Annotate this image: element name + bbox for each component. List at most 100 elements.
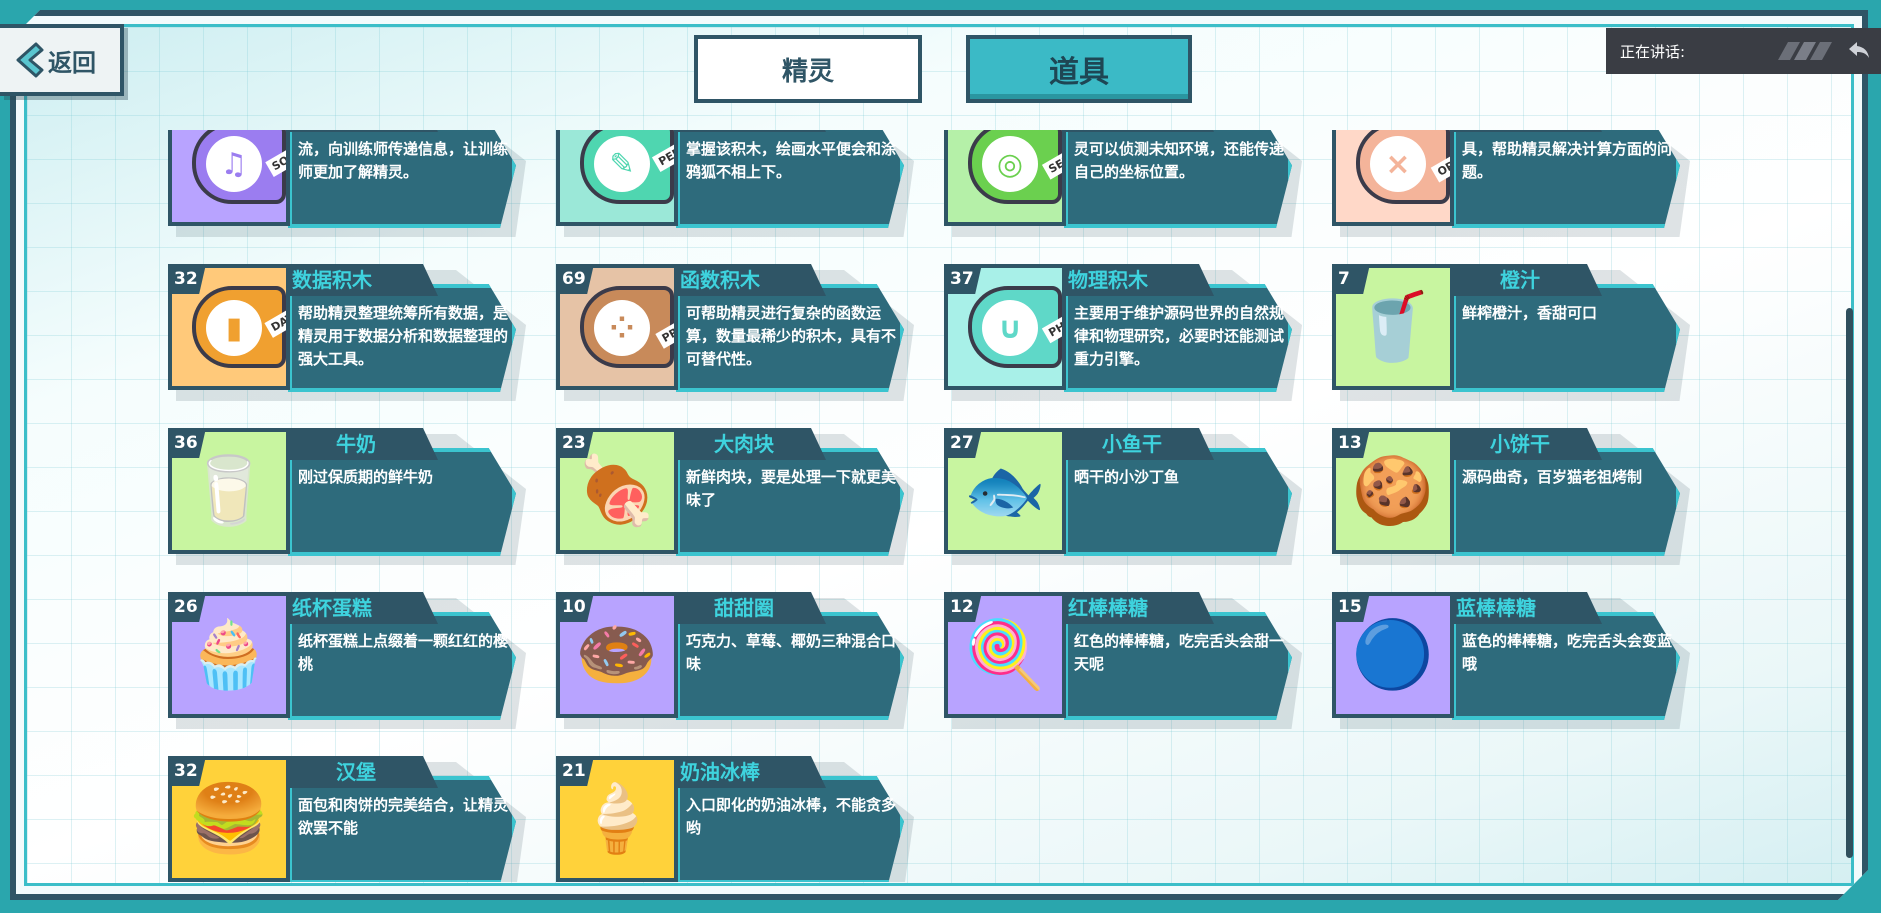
item-card[interactable]: 小鱼干 晒干的小沙丁鱼 🐟 27 (944, 428, 1302, 565)
item-card[interactable]: 灵可以侦测未知环境，还能传递自己的坐标位置。 ◎ SENSING (944, 130, 1302, 237)
item-description: 灵可以侦测未知环境，还能传递自己的坐标位置。 (1074, 140, 1285, 181)
item-name: 奶油冰棒 (680, 760, 760, 784)
item-list-viewport[interactable]: 流，向训练师传递信息，让训练师更加了解精灵。 ♫ SOUND 掌握该积木，绘画水平便会… (168, 130, 1708, 882)
block-label: PEN (651, 140, 674, 173)
item-name: 汉堡 (336, 760, 376, 784)
block-symbol: ♫ (206, 136, 262, 192)
item-card[interactable]: 具，帮助精灵解决计算方面的问题。 × OPERATOR (1332, 130, 1690, 237)
scrollbar-thumb[interactable] (1846, 308, 1853, 858)
item-image: 🔵 (1351, 616, 1435, 693)
block-symbol: ▮ (206, 300, 262, 356)
block-label: SENSING (1041, 133, 1062, 180)
block-symbol: × (1370, 136, 1426, 192)
item-card[interactable]: 橙汁 鲜榨橙汁，香甜可口 🥤 7 (1332, 264, 1690, 401)
card-body (288, 448, 516, 556)
tab-items-label: 道具 (1049, 55, 1109, 90)
pen-block-icon: ✎ PEN (556, 130, 678, 226)
block-label: DATA (264, 303, 286, 338)
tab-sprites[interactable]: 精灵 (694, 35, 922, 103)
block-shape: ◎ SENSING (968, 130, 1062, 204)
chevron-left-icon (14, 42, 44, 78)
item-image: 🍦 (575, 780, 659, 857)
back-button[interactable]: 返回 (0, 24, 124, 96)
item-name: 小饼干 (1490, 432, 1550, 456)
back-label: 返回 (48, 48, 96, 77)
item-description: 掌握该积木，绘画水平便会和涂鸦狐不相上下。 (686, 140, 897, 181)
item-description: 入口即化的奶油冰棒，不能贪多哟 (686, 796, 897, 837)
reply-icon[interactable] (1847, 38, 1871, 62)
item-name (1068, 130, 1196, 131)
block-shape: ∪ PHYSICS (968, 286, 1062, 368)
item-card[interactable]: 奶油冰棒 入口即化的奶油冰棒，不能贪多哟 🍦 21 (556, 756, 914, 882)
tab-sprites-label: 精灵 (781, 56, 834, 87)
item-description: 巧克力、草莓、椰奶三种混合口味 (686, 632, 897, 673)
item-image: 🍭 (963, 616, 1047, 693)
item-name: 牛奶 (336, 432, 376, 456)
item-grid: 流，向训练师传递信息，让训练师更加了解精灵。 ♫ SOUND 掌握该积木，绘画水平便会… (168, 130, 1690, 882)
item-name: 甜甜圈 (714, 596, 774, 620)
speaker-label: 正在讲话: (1620, 42, 1686, 61)
block-label: OPERATOR (1430, 130, 1450, 183)
item-description: 蓝色的棒棒糖，吃完舌头会变蓝哦 (1462, 632, 1673, 673)
item-card[interactable]: 物理积木 主要用于维护源码世界的自然规律和物理研究，必要时还能测试重力引擎。 ∪ PH… (944, 264, 1302, 401)
block-shape: ⁘ PROCEDURE (580, 286, 674, 368)
speaker-wave-icon (1778, 42, 1834, 60)
item-card[interactable]: 数据积木 帮助精灵整理统筹所有数据，是精灵用于数据分析和数据整理的强大工具。 ▮ DA… (168, 264, 526, 401)
item-image: 🧁 (187, 616, 271, 693)
item-description: 源码曲奇，百岁猫老祖烤制 (1462, 468, 1643, 486)
item-image: 🥛 (187, 452, 271, 529)
sound-block-icon: ♫ SOUND (168, 130, 290, 226)
item-name: 大肉块 (714, 432, 774, 456)
block-label: SOUND (265, 136, 286, 177)
item-image: 🍪 (1351, 452, 1435, 529)
block-shape: × OPERATOR (1356, 130, 1450, 204)
item-description: 流，向训练师传递信息，让训练师更加了解精灵。 (298, 140, 509, 181)
item-description: 帮助精灵整理统筹所有数据，是精灵用于数据分析和数据整理的强大工具。 (298, 304, 509, 368)
item-name: 数据积木 (292, 268, 372, 292)
block-label: PHYSICS (1041, 297, 1062, 344)
item-image: 🍖 (575, 452, 659, 529)
item-image: 🍩 (575, 616, 659, 693)
item-description: 具，帮助精灵解决计算方面的问题。 (1462, 140, 1673, 181)
item-name (680, 130, 808, 131)
block-label: PROCEDURE (655, 292, 674, 349)
item-name (1456, 130, 1584, 131)
item-description: 刚过保质期的鲜牛奶 (298, 468, 434, 486)
item-name (292, 130, 420, 131)
item-card[interactable]: 牛奶 刚过保质期的鲜牛奶 🥛 36 (168, 428, 526, 565)
item-description: 可帮助精灵进行复杂的函数运算，数量最稀少的积木，具有不可替代性。 (686, 304, 897, 368)
card-body (1452, 284, 1680, 392)
item-description: 红色的棒棒糖，吃完舌头会甜一天呢 (1074, 632, 1285, 673)
item-card[interactable]: 函数积木 可帮助精灵进行复杂的函数运算，数量最稀少的积木，具有不可替代性。 ⁘ PRO… (556, 264, 914, 401)
item-description: 纸杯蛋糕上点缀着一颗红红的樱桃 (298, 632, 509, 673)
card-body (1452, 448, 1680, 556)
sensing-block-icon: ◎ SENSING (944, 130, 1066, 226)
item-description: 面包和肉饼的完美结合，让精灵欲罢不能 (298, 796, 509, 837)
item-image: 🐟 (963, 452, 1047, 529)
block-symbol: ⁘ (594, 300, 650, 356)
item-image: 🥤 (1351, 288, 1435, 365)
tab-items[interactable]: 道具 (966, 35, 1192, 103)
item-image: 🍔 (187, 780, 271, 857)
item-card[interactable]: 蓝棒棒糖 蓝色的棒棒糖，吃完舌头会变蓝哦 🔵 15 (1332, 592, 1690, 729)
block-symbol: ✎ (594, 136, 650, 192)
item-name: 蓝棒棒糖 (1456, 596, 1536, 620)
item-card[interactable]: 汉堡 面包和肉饼的完美结合，让精灵欲罢不能 🍔 32 (168, 756, 526, 882)
item-description: 新鲜肉块，要是处理一下就更美味了 (686, 468, 897, 509)
item-card[interactable]: 小饼干 源码曲奇，百岁猫老祖烤制 🍪 13 (1332, 428, 1690, 565)
item-card[interactable]: 红棒棒糖 红色的棒棒糖，吃完舌头会甜一天呢 🍭 12 (944, 592, 1302, 729)
block-shape: ♫ SOUND (192, 130, 286, 204)
block-shape: ✎ PEN (580, 130, 674, 204)
item-card[interactable]: 流，向训练师传递信息，让训练师更加了解精灵。 ♫ SOUND (168, 130, 526, 237)
block-symbol: ∪ (982, 300, 1038, 356)
item-description: 主要用于维护源码世界的自然规律和物理研究，必要时还能测试重力引擎。 (1074, 304, 1285, 368)
item-description: 晒干的小沙丁鱼 (1074, 468, 1180, 486)
item-card[interactable]: 大肉块 新鲜肉块，要是处理一下就更美味了 🍖 23 (556, 428, 914, 565)
item-name: 小鱼干 (1102, 432, 1162, 456)
item-card[interactable]: 纸杯蛋糕 纸杯蛋糕上点缀着一颗红红的樱桃 🧁 26 (168, 592, 526, 729)
operator-block-icon: × OPERATOR (1332, 130, 1454, 226)
item-card[interactable]: 掌握该积木，绘画水平便会和涂鸦狐不相上下。 ✎ PEN (556, 130, 914, 237)
item-card[interactable]: 甜甜圈 巧克力、草莓、椰奶三种混合口味 🍩 10 (556, 592, 914, 729)
item-name: 物理积木 (1068, 268, 1148, 292)
block-shape: ▮ DATA (192, 286, 286, 368)
